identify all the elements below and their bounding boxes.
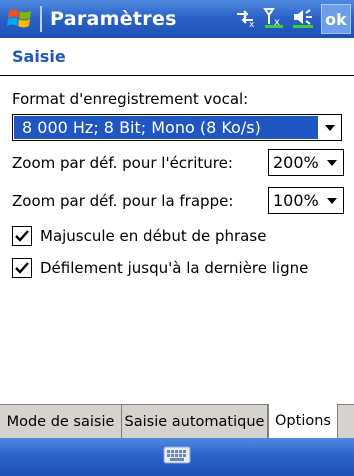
capitalize-checkbox-row[interactable]: Majuscule en début de phrase [12,226,266,246]
title-separator [40,6,42,32]
voice-format-value: 8 000 Hz; 8 Bit; Mono (8 Ko/s) [14,116,318,139]
header-divider [0,75,354,76]
tab-options[interactable]: Options [268,404,338,438]
zoom-writing-label: Zoom par déf. pour l'écriture: [12,154,233,172]
tab-saisie-automatique[interactable]: Saisie automatique [122,405,268,438]
windows-flag-icon[interactable] [0,0,40,38]
ok-button[interactable]: ok [321,4,351,34]
scroll-checkbox[interactable] [12,258,32,278]
volume-icon[interactable] [291,6,315,32]
zoom-writing-value: 200% [273,153,319,172]
tab-bar: Mode de saisie Saisie automatique Option… [0,404,354,438]
zoom-typing-label: Zoom par déf. pour la frappe: [12,192,234,210]
capitalize-label: Majuscule en début de phrase [40,227,267,245]
title-bar: Paramètres x x ok [0,0,354,38]
menu-bar [0,438,354,476]
page-title: Saisie [12,47,66,66]
chevron-down-icon[interactable] [321,197,343,205]
voice-format-label: Format d'enregistrement vocal: [12,90,249,108]
capitalize-checkbox[interactable] [12,226,32,246]
voice-format-dropdown[interactable]: 8 000 Hz; 8 Bit; Mono (8 Ko/s) [12,114,342,141]
svg-text:x: x [249,20,255,28]
scroll-label: Défilement jusqu'à la dernière ligne [40,259,309,277]
chevron-down-icon[interactable] [319,124,341,132]
connectivity-icon[interactable]: x [233,6,257,32]
zoom-typing-dropdown[interactable]: 100% [268,187,344,214]
zoom-writing-dropdown[interactable]: 200% [268,149,344,176]
app-title: Paramètres [50,8,177,30]
status-icons: x x [233,6,315,32]
keyboard-icon[interactable] [163,445,191,469]
signal-icon[interactable]: x [263,6,285,32]
zoom-typing-value: 100% [273,191,319,210]
chevron-down-icon[interactable] [321,159,343,167]
tab-mode-de-saisie[interactable]: Mode de saisie [0,405,122,438]
scroll-checkbox-row[interactable]: Défilement jusqu'à la dernière ligne [12,258,308,278]
